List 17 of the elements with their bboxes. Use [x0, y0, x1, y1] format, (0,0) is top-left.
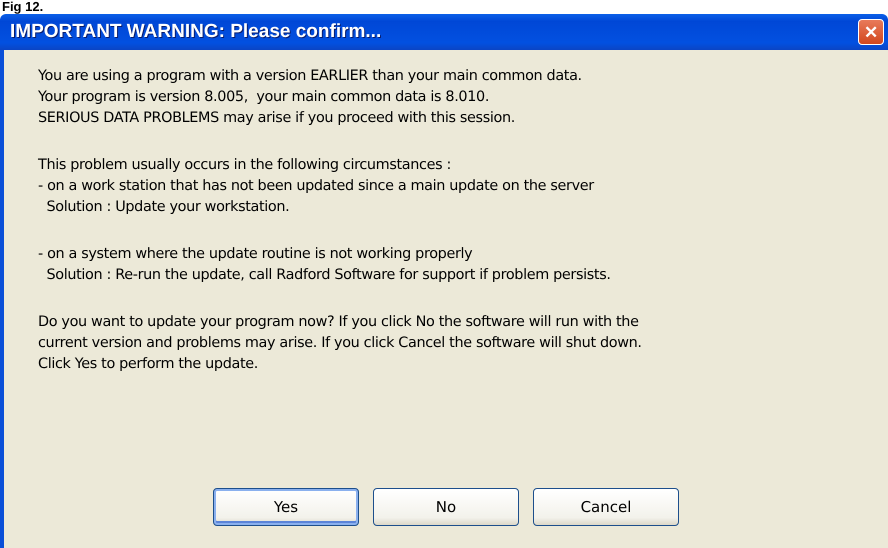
message-line: SERIOUS DATA PROBLEMS may arise if you proceed with this session. — [38, 109, 516, 128]
figure-caption: Fig 12. — [1, 0, 44, 14]
message-line: current version and problems may arise. If you click Cancel the software will shut down. — [38, 334, 643, 353]
message-line: You are using a program with a version EARLIER than your main common data. — [38, 67, 583, 86]
dialog-button[interactable]: Yes — [213, 488, 359, 526]
message-line: Solution : Re-run the update, call Radford Software for support if problem persists. — [45, 266, 612, 285]
message-line: Solution : Update your workstation. — [45, 198, 290, 217]
close-button[interactable]: ✕ — [858, 19, 884, 45]
dialog-button[interactable]: Cancel — [533, 488, 679, 526]
message-line: Do you want to update your program now? If you click No the software will run with the — [38, 313, 640, 332]
message-line: Your program is version 8.005, your main common data is 8.010. — [38, 88, 490, 107]
message-line: - on a system where the update routine is not working properly — [38, 245, 474, 264]
message-line: This problem usually occurs in the following circumstances : — [38, 156, 452, 175]
message-line: - on a work station that has not been updated since a main update on the server — [38, 177, 596, 196]
window-title: IMPORTANT WARNING: Please confirm... — [10, 21, 382, 43]
message-line: Click Yes to perform the update. — [38, 355, 259, 374]
dialog-button[interactable]: No — [373, 488, 519, 526]
